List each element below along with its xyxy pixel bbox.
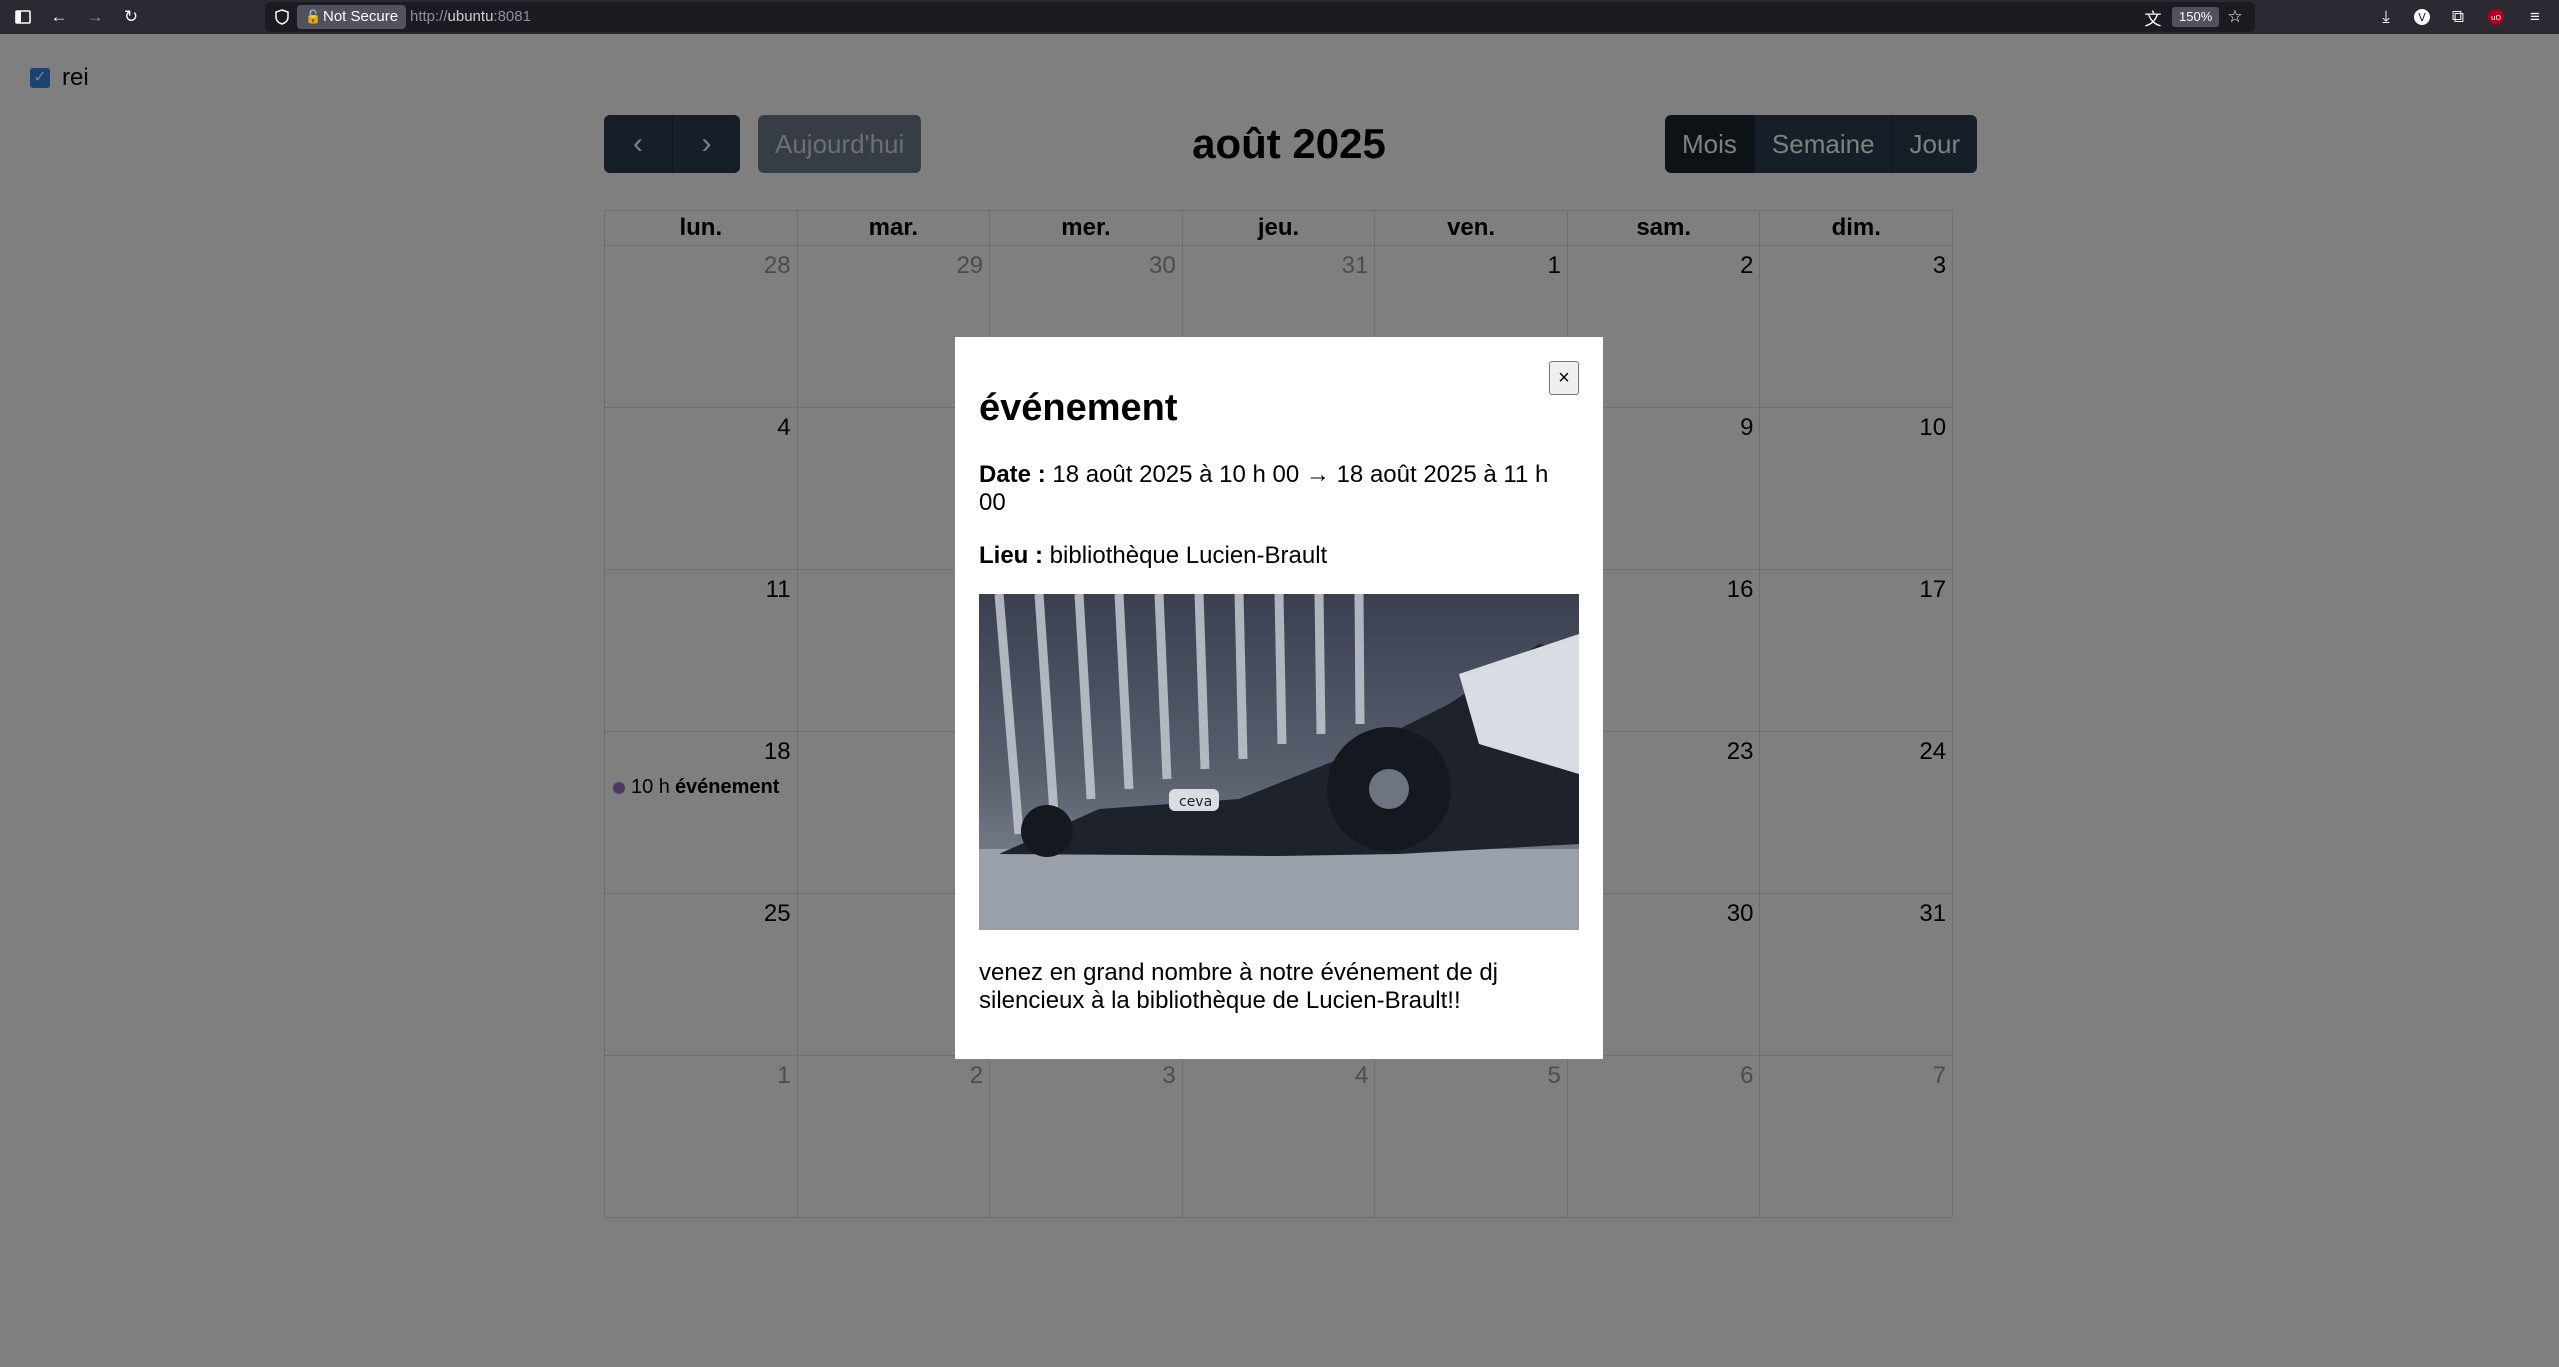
extension-v-icon[interactable]: V (2411, 6, 2433, 28)
close-button[interactable]: × (1549, 361, 1579, 395)
modal-backdrop[interactable]: × événement Date : 18 août 2025 à 10 h 0… (0, 34, 2559, 1367)
downloads-icon[interactable]: ⤓ (2375, 6, 2397, 28)
place-label: Lieu : (979, 542, 1043, 569)
reload-icon[interactable]: ↻ (120, 6, 142, 28)
svg-text:uO: uO (2491, 14, 2501, 22)
broken-lock-icon: 🔓 (305, 9, 322, 24)
url-text[interactable]: http://ubuntu:8081 (410, 8, 531, 25)
event-modal: × événement Date : 18 août 2025 à 10 h 0… (955, 337, 1603, 1059)
extensions-puzzle-icon[interactable]: ⧉ (2447, 6, 2469, 28)
not-secure-badge[interactable]: 🔓 Not Secure (297, 5, 407, 29)
ublock-icon[interactable]: uO (2485, 6, 2507, 28)
event-place: Lieu : bibliothèque Lucien-Brault (979, 542, 1579, 570)
address-bar[interactable] (265, 2, 2255, 32)
svg-text:V: V (2418, 11, 2426, 24)
translate-icon[interactable]: 文 (2142, 6, 2164, 29)
svg-text:ceva: ceva (1179, 794, 1212, 810)
date-label: Date : (979, 461, 1046, 488)
bookmark-star-icon[interactable]: ☆ (2224, 6, 2246, 28)
back-icon[interactable]: ← (48, 6, 70, 28)
forward-icon[interactable]: → (84, 6, 106, 28)
browser-toolbar: ← → ↻ 🔓 Not Secure http://ubuntu:8081 文 … (0, 0, 2559, 34)
place-value: bibliothèque Lucien-Brault (1049, 542, 1328, 569)
menu-icon[interactable]: ≡ (2524, 6, 2546, 28)
event-photo: ceva (979, 594, 1579, 930)
date-value: 18 août 2025 à 10 h 00 → 18 août 2025 à … (979, 461, 1549, 516)
event-date: Date : 18 août 2025 à 10 h 00 → 18 août … (979, 461, 1579, 517)
modal-title: événement (979, 387, 1178, 429)
zoom-level[interactable]: 150% (2172, 7, 2220, 27)
sidebar-icon[interactable] (12, 6, 34, 28)
event-description: venez en grand nombre à notre événement … (979, 959, 1499, 1014)
shield-icon[interactable] (271, 6, 293, 28)
